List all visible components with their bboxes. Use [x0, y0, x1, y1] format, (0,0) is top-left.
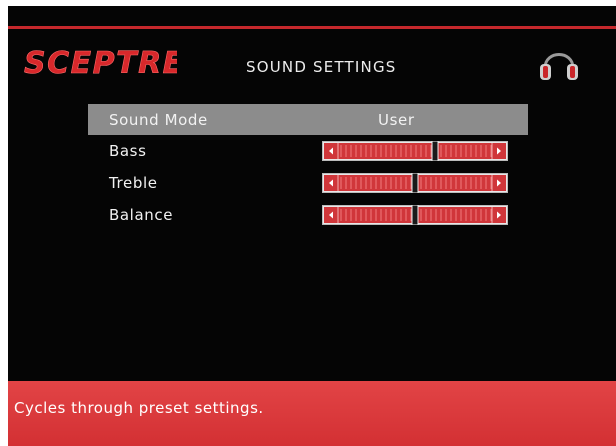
- sceptre-logo: SCEPTRE: [24, 46, 177, 79]
- menu-item-sound-mode[interactable]: Sound Mode User: [88, 104, 528, 135]
- page-title: SOUND SETTINGS: [246, 58, 397, 76]
- menu-item-balance[interactable]: Balance: [88, 199, 528, 231]
- top-accent-line: [8, 26, 616, 29]
- treble-slider[interactable]: [322, 173, 508, 193]
- slider-handle: [431, 141, 439, 161]
- balance-slider[interactable]: [322, 205, 508, 225]
- osd-screen: SCEPTRE SOUND SETTINGS Sound Mode User B…: [8, 6, 616, 446]
- sound-mode-label: Sound Mode: [109, 111, 208, 129]
- treble-label: Treble: [109, 174, 158, 192]
- bass-label: Bass: [109, 142, 147, 160]
- menu-item-bass[interactable]: Bass: [88, 135, 528, 167]
- headphones-icon: [540, 53, 578, 80]
- bass-slider[interactable]: [322, 141, 508, 161]
- balance-label: Balance: [109, 206, 174, 224]
- help-bar: Cycles through preset settings.: [8, 381, 616, 446]
- sound-settings-menu: Sound Mode User Bass Treble Balance: [88, 104, 528, 231]
- svg-text:SCEPTRE: SCEPTRE: [24, 46, 177, 79]
- slider-handle: [411, 173, 419, 193]
- help-text: Cycles through preset settings.: [14, 399, 264, 417]
- sound-mode-value: User: [378, 111, 415, 129]
- menu-item-treble[interactable]: Treble: [88, 167, 528, 199]
- slider-handle: [411, 205, 419, 225]
